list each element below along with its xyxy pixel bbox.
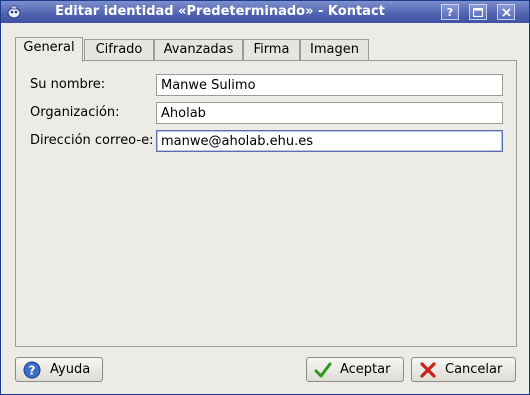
tab-firma[interactable]: Firma bbox=[243, 39, 300, 61]
maximize-icon bbox=[472, 7, 484, 18]
tab-cifrado[interactable]: Cifrado bbox=[84, 39, 154, 61]
close-icon bbox=[501, 8, 511, 17]
organization-label: Organización: bbox=[30, 105, 120, 120]
email-field[interactable] bbox=[156, 130, 503, 152]
organization-field[interactable] bbox=[156, 102, 503, 124]
accept-button-label: Aceptar bbox=[340, 362, 391, 377]
cancel-icon bbox=[420, 362, 436, 378]
help-icon: ? bbox=[23, 361, 41, 379]
window-title: Editar identidad «Predeterminado» - Kont… bbox=[55, 4, 385, 19]
name-field[interactable] bbox=[156, 74, 503, 96]
checkmark-icon bbox=[314, 362, 332, 378]
maximize-button[interactable] bbox=[469, 4, 487, 20]
help-button[interactable]: ? Ayuda bbox=[15, 357, 103, 382]
svg-text:?: ? bbox=[29, 364, 36, 378]
accept-button[interactable]: Aceptar bbox=[306, 357, 404, 382]
close-button[interactable] bbox=[497, 4, 515, 20]
help-button-label: Ayuda bbox=[50, 362, 91, 377]
help-title-button[interactable]: ? bbox=[441, 4, 459, 20]
title-bar[interactable]: Editar identidad «Predeterminado» - Kont… bbox=[1, 1, 529, 23]
cancel-button-label: Cancelar bbox=[445, 362, 503, 377]
name-label: Su nombre: bbox=[30, 77, 106, 92]
tab-imagen[interactable]: Imagen bbox=[300, 39, 369, 61]
email-label: Dirección correo-e: bbox=[30, 133, 154, 148]
cancel-button[interactable]: Cancelar bbox=[411, 357, 516, 382]
tab-avanzadas[interactable]: Avanzadas bbox=[154, 39, 243, 61]
tab-general[interactable]: General bbox=[15, 37, 83, 62]
dialog-window: Editar identidad «Predeterminado» - Kont… bbox=[0, 0, 530, 395]
general-tab-panel: Su nombre: Organización: Dirección corre… bbox=[15, 60, 517, 347]
